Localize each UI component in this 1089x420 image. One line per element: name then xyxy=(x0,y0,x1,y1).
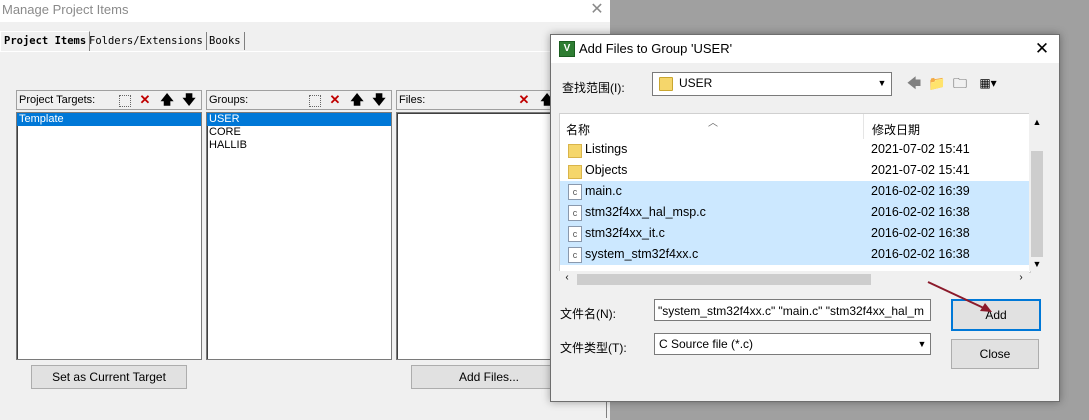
dialog-title: Add Files to Group 'USER' xyxy=(579,41,733,56)
back-icon[interactable]: 🡄 xyxy=(906,74,922,92)
file-date: 2021-07-02 15:41 xyxy=(871,142,970,156)
delete-file-icon[interactable]: ✕ xyxy=(517,93,531,107)
file-date: 2016-02-02 16:38 xyxy=(871,247,970,261)
list-item[interactable]: HALLIB xyxy=(207,139,391,152)
c-file-icon: c xyxy=(568,184,582,200)
chevron-down-icon[interactable]: ▼ xyxy=(1029,259,1045,271)
folder-icon xyxy=(659,77,673,91)
file-date: 2021-07-02 15:41 xyxy=(871,163,970,177)
add-files-button[interactable]: Add Files... xyxy=(411,365,567,389)
set-as-current-target-button[interactable]: Set as Current Target xyxy=(31,365,187,389)
file-name: Objects xyxy=(585,163,628,177)
delete-group-icon[interactable]: ✕ xyxy=(328,93,342,107)
delete-target-icon[interactable]: ✕ xyxy=(138,93,152,107)
chevron-right-icon[interactable]: › xyxy=(1015,272,1027,286)
c-file-icon: c xyxy=(568,226,582,242)
folder-icon xyxy=(568,165,582,179)
close-button[interactable]: Close xyxy=(951,339,1039,369)
file-name: stm32f4xx_it.c xyxy=(585,226,665,240)
window-title: Manage Project Items xyxy=(2,2,129,17)
c-file-icon: c xyxy=(568,247,582,263)
file-type-select[interactable]: C Source file (*.c) ▼ xyxy=(654,333,931,355)
app-icon: V xyxy=(559,41,575,57)
list-item[interactable]: Template xyxy=(17,113,201,126)
tab-folders-extensions[interactable]: Folders/Extensions xyxy=(86,32,207,50)
file-type-value: C Source file (*.c) xyxy=(659,337,754,351)
look-in-combo[interactable]: USER ▼ xyxy=(652,72,892,96)
new-group-icon[interactable] xyxy=(309,95,321,107)
groups-label: Groups: xyxy=(209,94,249,106)
file-type-label: 文件类型(T): xyxy=(560,341,627,355)
file-list[interactable]: ︿ 名称 修改日期 Listings 2021-07-02 15:41 Obje… xyxy=(559,113,1031,273)
chevron-up-icon[interactable]: ▲ xyxy=(1029,117,1045,129)
groups-header: Groups: ✕ 🡅 🡇 xyxy=(206,90,392,110)
tab-books[interactable]: Books xyxy=(206,32,245,50)
look-in-label: 查找范围(I): xyxy=(562,81,625,95)
move-up-icon[interactable]: 🡅 xyxy=(160,93,174,107)
manage-project-items-window: Manage Project Items ✕ Project Items Fol… xyxy=(0,0,610,420)
file-row-system[interactable]: c system_stm32f4xx.c 2016-02-02 16:38 xyxy=(560,244,1029,265)
file-date: 2016-02-02 16:38 xyxy=(871,205,970,219)
close-icon[interactable]: ✕ xyxy=(1031,38,1053,60)
c-file-icon: c xyxy=(568,205,582,221)
list-item[interactable]: USER xyxy=(207,113,391,126)
files-label: Files: xyxy=(399,94,426,106)
chevron-down-icon[interactable]: ▼ xyxy=(915,337,929,351)
file-name: stm32f4xx_hal_msp.c xyxy=(585,205,706,219)
file-name: main.c xyxy=(585,184,622,198)
list-item[interactable]: CORE xyxy=(207,126,391,139)
new-target-icon[interactable] xyxy=(119,95,131,107)
look-in-value: USER xyxy=(679,76,713,90)
column-divider xyxy=(863,114,864,139)
move-up-icon[interactable]: 🡅 xyxy=(350,93,364,107)
move-down-icon[interactable]: 🡇 xyxy=(182,93,196,107)
up-folder-icon[interactable]: 📁 xyxy=(928,74,946,92)
title-bar: Manage Project Items ✕ xyxy=(0,0,610,22)
chevron-left-icon[interactable]: ‹ xyxy=(561,272,573,286)
chevron-down-icon[interactable]: ▼ xyxy=(875,75,889,91)
folder-icon xyxy=(568,144,582,158)
groups-list[interactable]: USER CORE HALLIB xyxy=(206,112,392,360)
new-folder-icon[interactable]: 🗀 xyxy=(951,74,969,92)
vertical-scrollbar[interactable]: ▲ ▼ xyxy=(1029,113,1045,271)
dialog-title-bar: V Add Files to Group 'USER' ✕ xyxy=(551,35,1059,63)
scroll-thumb[interactable] xyxy=(1031,151,1043,257)
scroll-thumb[interactable] xyxy=(577,274,871,285)
file-date: 2016-02-02 16:39 xyxy=(871,184,970,198)
file-row-listings[interactable]: Listings 2021-07-02 15:41 xyxy=(560,139,1029,160)
file-name-label: 文件名(N): xyxy=(560,307,616,321)
close-icon[interactable]: ✕ xyxy=(587,0,607,20)
tab-project-items[interactable]: Project Items xyxy=(0,31,91,52)
file-name: system_stm32f4xx.c xyxy=(585,247,699,261)
sort-ascending-icon: ︿ xyxy=(708,118,718,129)
file-row-objects[interactable]: Objects 2021-07-02 15:41 xyxy=(560,160,1029,181)
project-targets-header: Project Targets: ✕ 🡅 🡇 xyxy=(16,90,202,110)
add-files-dialog: V Add Files to Group 'USER' ✕ 查找范围(I): U… xyxy=(550,34,1060,402)
file-row-main-c[interactable]: c main.c 2016-02-02 16:39 xyxy=(560,181,1029,202)
file-name-input[interactable]: "system_stm32f4xx.c" "main.c" "stm32f4xx… xyxy=(654,299,931,321)
annotation-arrow xyxy=(927,281,992,312)
column-header-date[interactable]: 修改日期 xyxy=(872,121,920,138)
file-row-hal-msp[interactable]: c stm32f4xx_hal_msp.c 2016-02-02 16:38 xyxy=(560,202,1029,223)
project-targets-label: Project Targets: xyxy=(19,94,96,106)
file-name: Listings xyxy=(585,142,628,156)
move-down-icon[interactable]: 🡇 xyxy=(372,93,386,107)
file-date: 2016-02-02 16:38 xyxy=(871,226,970,240)
file-row-it[interactable]: c stm32f4xx_it.c 2016-02-02 16:38 xyxy=(560,223,1029,244)
view-menu-icon[interactable]: ▦▾ xyxy=(973,74,1003,92)
project-targets-list[interactable]: Template xyxy=(16,112,202,360)
column-header-name[interactable]: 名称 xyxy=(566,121,590,138)
